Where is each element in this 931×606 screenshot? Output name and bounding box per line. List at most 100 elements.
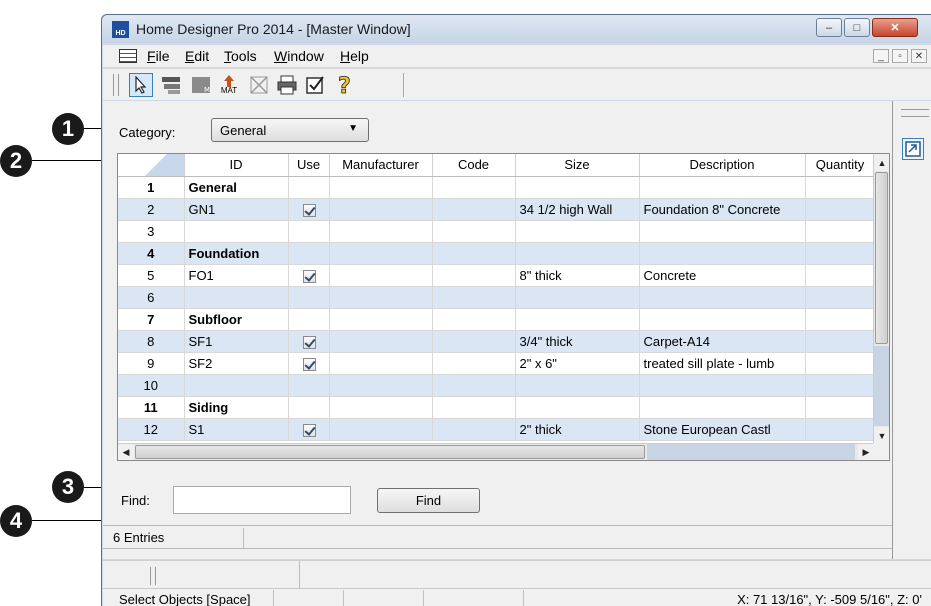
cell-quantity[interactable] (805, 264, 876, 287)
cell-quantity[interactable] (805, 374, 876, 397)
cell-manufacturer[interactable] (329, 198, 433, 221)
cell-manufacturer[interactable] (329, 418, 433, 441)
menu-window[interactable]: Window (274, 48, 324, 64)
scroll-down-arrow-icon[interactable]: ▼ (874, 427, 889, 444)
cell-manufacturer[interactable] (329, 242, 433, 265)
cell-quantity[interactable] (805, 198, 876, 221)
cell-num[interactable]: 10 (118, 374, 185, 397)
cell-description[interactable] (639, 176, 806, 199)
cell-use[interactable] (288, 242, 330, 265)
category-dropdown[interactable]: General ▼ (211, 118, 369, 142)
cell-use[interactable] (288, 396, 330, 419)
cell-num[interactable]: 2 (118, 198, 185, 221)
materials-list-button[interactable]: MAT (217, 73, 241, 97)
find-button[interactable]: Find (377, 488, 480, 513)
cell-num[interactable]: 7 (118, 308, 185, 331)
table-row[interactable]: 7 Subfloor (118, 308, 876, 331)
menu-help[interactable]: Help (340, 48, 369, 64)
side-toolbar-grip[interactable] (901, 109, 929, 117)
menu-file[interactable]: File (147, 48, 170, 64)
column-header-manufacturer[interactable]: Manufacturer (329, 154, 433, 177)
use-checkbox[interactable] (302, 269, 316, 283)
column-header-description[interactable]: Description (639, 154, 806, 177)
cell-use[interactable] (288, 308, 330, 331)
cell-id[interactable]: GN1 (184, 198, 289, 221)
cell-id[interactable] (184, 374, 289, 397)
cell-quantity[interactable] (805, 330, 876, 353)
cell-quantity[interactable] (805, 242, 876, 265)
cell-size[interactable] (515, 176, 640, 199)
check-button[interactable] (303, 73, 327, 97)
cell-description[interactable]: Carpet-A14 (639, 330, 806, 353)
cell-id[interactable]: S1 (184, 418, 289, 441)
undock-button[interactable] (902, 138, 924, 160)
cell-manufacturer[interactable] (329, 330, 433, 353)
cell-quantity[interactable] (805, 396, 876, 419)
delete-button[interactable] (247, 73, 271, 97)
cell-description[interactable] (639, 242, 806, 265)
cell-code[interactable] (432, 418, 516, 441)
cell-code[interactable] (432, 374, 516, 397)
cell-description[interactable]: treated sill plate - lumb (639, 352, 806, 375)
cell-id[interactable] (184, 220, 289, 243)
cell-size[interactable] (515, 220, 640, 243)
cell-manufacturer[interactable] (329, 286, 433, 309)
cell-id[interactable]: SF1 (184, 330, 289, 353)
cell-size[interactable] (515, 308, 640, 331)
table-row[interactable]: 3 (118, 220, 876, 243)
cell-description[interactable] (639, 220, 806, 243)
menu-tools[interactable]: Tools (224, 48, 257, 64)
column-header-id[interactable]: ID (184, 154, 289, 177)
cell-quantity[interactable] (805, 352, 876, 375)
cell-description[interactable] (639, 286, 806, 309)
cell-num[interactable]: 1 (118, 176, 185, 199)
material-block-button[interactable]: M (189, 73, 213, 97)
cell-id[interactable] (184, 286, 289, 309)
cell-description[interactable]: Foundation 8" Concrete (639, 198, 806, 221)
cell-code[interactable] (432, 220, 516, 243)
cell-size[interactable]: 2" thick (515, 418, 640, 441)
cell-description[interactable] (639, 374, 806, 397)
cell-manufacturer[interactable] (329, 352, 433, 375)
vertical-scrollbar[interactable]: ▲ ▼ (873, 154, 889, 444)
cell-size[interactable] (515, 286, 640, 309)
cell-use[interactable] (288, 286, 330, 309)
scroll-up-arrow-icon[interactable]: ▲ (874, 154, 889, 171)
cell-code[interactable] (432, 264, 516, 287)
mdi-minimize-button[interactable]: _ (873, 49, 889, 63)
help-button[interactable]: ? (333, 73, 357, 97)
cell-manufacturer[interactable] (329, 176, 433, 199)
cell-id[interactable]: Siding (184, 396, 289, 419)
cell-size[interactable] (515, 374, 640, 397)
cell-description[interactable] (639, 396, 806, 419)
cell-code[interactable] (432, 242, 516, 265)
minimize-button[interactable]: – (816, 18, 842, 37)
cell-id[interactable]: Subfloor (184, 308, 289, 331)
table-row[interactable]: 8 SF1 3/4" thick Carpet-A14 (118, 330, 876, 353)
use-checkbox[interactable] (302, 423, 316, 437)
cell-id[interactable]: General (184, 176, 289, 199)
cell-code[interactable] (432, 330, 516, 353)
cell-manufacturer[interactable] (329, 264, 433, 287)
bottom-toolbar-grip[interactable] (150, 567, 156, 585)
cell-num[interactable]: 5 (118, 264, 185, 287)
close-button[interactable]: ✕ (872, 18, 918, 37)
maximize-button[interactable]: □ (844, 18, 870, 37)
cell-size[interactable] (515, 242, 640, 265)
cell-quantity[interactable] (805, 176, 876, 199)
table-row[interactable]: 12 S1 2" thick Stone European Castl (118, 418, 876, 441)
horizontal-scroll-thumb[interactable] (135, 445, 645, 459)
cell-code[interactable] (432, 198, 516, 221)
cell-code[interactable] (432, 308, 516, 331)
column-header-use[interactable]: Use (288, 154, 330, 177)
cell-num[interactable]: 4 (118, 242, 185, 265)
select-objects-button[interactable] (129, 73, 153, 97)
menu-edit[interactable]: Edit (185, 48, 209, 64)
scroll-right-arrow-icon[interactable]: ▶ (858, 444, 874, 460)
cell-manufacturer[interactable] (329, 374, 433, 397)
cell-code[interactable] (432, 286, 516, 309)
cell-manufacturer[interactable] (329, 220, 433, 243)
cell-use[interactable] (288, 176, 330, 199)
use-checkbox[interactable] (302, 335, 316, 349)
column-header-size[interactable]: Size (515, 154, 640, 177)
